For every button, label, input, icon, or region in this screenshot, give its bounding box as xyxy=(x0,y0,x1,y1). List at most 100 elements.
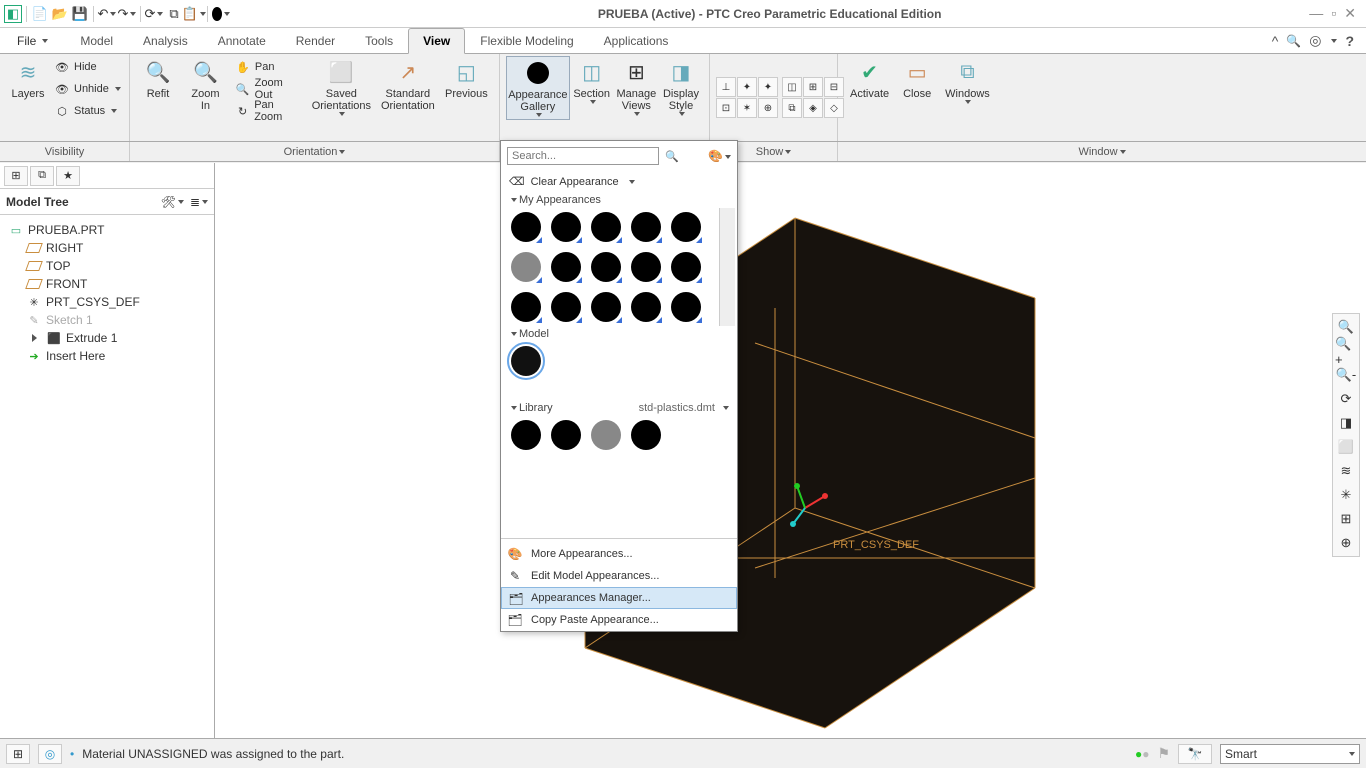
show-toggle-1[interactable]: ⊥ xyxy=(716,77,736,97)
appearance-quick-icon[interactable] xyxy=(212,5,230,23)
paste-icon[interactable]: 📋 xyxy=(185,5,203,23)
save-icon[interactable]: 💾 xyxy=(71,5,89,23)
tree-csys[interactable]: ✳PRT_CSYS_DEF xyxy=(4,293,210,311)
appearance-swatch[interactable] xyxy=(551,212,581,242)
section-button[interactable]: ◫Section xyxy=(570,56,614,106)
show-toggle-4[interactable]: ⊡ xyxy=(716,98,736,118)
appearances-manager-item[interactable]: 🗂Appearances Manager... xyxy=(501,587,737,609)
refit-button[interactable]: 🔍Refit xyxy=(136,56,180,102)
appearance-swatch[interactable] xyxy=(631,212,661,242)
palette-icon[interactable]: 🎨 xyxy=(708,149,731,163)
show-toggle-7[interactable]: ◫ xyxy=(782,77,802,97)
appearance-swatch[interactable] xyxy=(671,252,701,282)
undo-icon[interactable]: ↶ xyxy=(98,5,116,23)
search-help-icon[interactable]: 🔍 xyxy=(1286,34,1301,48)
minimize-button[interactable]: — xyxy=(1309,5,1323,22)
more-appearances-item[interactable]: 🎨More Appearances... xyxy=(501,543,737,565)
tab-model[interactable]: Model xyxy=(65,28,128,53)
tree-sketch[interactable]: ✎Sketch 1 xyxy=(4,311,210,329)
show-toggle-11[interactable]: ◈ xyxy=(803,98,823,118)
manage-views-button[interactable]: ⊞Manage Views xyxy=(614,56,659,118)
regen-icon[interactable]: ⟳ xyxy=(145,5,163,23)
pan-button[interactable]: ✋Pan xyxy=(231,56,307,78)
resource-center-icon[interactable]: ◎ xyxy=(1309,32,1321,49)
ribbon-collapse-icon[interactable]: ^ xyxy=(1272,33,1279,49)
selection-filter-combo[interactable]: Smart xyxy=(1220,744,1360,764)
expand-icon[interactable] xyxy=(26,331,42,345)
show-toggle-8[interactable]: ⊞ xyxy=(803,77,823,97)
status-button[interactable]: ⬡Status xyxy=(50,100,125,122)
appearance-swatch[interactable] xyxy=(511,292,541,322)
rt-csys-icon[interactable]: ✳ xyxy=(1335,484,1357,506)
rt-layers-icon[interactable]: ≋ xyxy=(1335,460,1357,482)
section-my-appearances[interactable]: My Appearances xyxy=(501,192,737,208)
model-appearance-swatch[interactable] xyxy=(511,346,541,376)
section-library[interactable]: Library std-plastics.dmt xyxy=(501,400,737,416)
tab-view[interactable]: View xyxy=(408,28,465,54)
standard-orientation-button[interactable]: ↗Standard Orientation xyxy=(376,56,440,114)
maximize-button[interactable]: ▫ xyxy=(1331,5,1336,22)
tree-insert-here[interactable]: ➔Insert Here xyxy=(4,347,210,365)
tab-analysis[interactable]: Analysis xyxy=(128,28,203,53)
appearance-swatch[interactable] xyxy=(551,292,581,322)
appearance-swatch[interactable] xyxy=(631,292,661,322)
sidebar-tab-tree[interactable]: ⊞ xyxy=(4,166,28,186)
saved-orientations-button[interactable]: ⬜Saved Orientations xyxy=(307,56,376,118)
layers-button[interactable]: ≋ Layers xyxy=(6,56,50,102)
library-swatch[interactable] xyxy=(631,420,661,450)
search-icon[interactable]: 🔍 xyxy=(665,150,679,163)
status-flag-icon[interactable]: ⚑ xyxy=(1157,745,1170,762)
tree-front[interactable]: FRONT xyxy=(4,275,210,293)
rt-display-icon[interactable]: ◨ xyxy=(1335,412,1357,434)
windows-button[interactable]: ⧉Windows xyxy=(939,56,996,106)
tab-annotate[interactable]: Annotate xyxy=(203,28,281,53)
close-button[interactable]: ✕ xyxy=(1344,5,1356,22)
rt-saved-views-icon[interactable]: ⬜ xyxy=(1335,436,1357,458)
appearance-swatch[interactable] xyxy=(591,292,621,322)
unhide-button[interactable]: 👁Unhide xyxy=(50,78,125,100)
rt-zoom-out-icon[interactable]: 🔍- xyxy=(1335,364,1357,386)
tree-settings-icon[interactable]: 🛠 xyxy=(161,195,184,209)
rt-repaint-icon[interactable]: ⟳ xyxy=(1335,388,1357,410)
appearance-search-input[interactable] xyxy=(507,147,659,165)
redo-icon[interactable]: ↷ xyxy=(118,5,136,23)
zoom-in-button[interactable]: 🔍Zoom In xyxy=(180,56,231,114)
tree-top[interactable]: TOP xyxy=(4,257,210,275)
show-toggle-6[interactable]: ⊕ xyxy=(758,98,778,118)
activate-button[interactable]: ✔Activate xyxy=(844,56,895,102)
appearance-swatch[interactable] xyxy=(551,252,581,282)
appearance-swatch[interactable] xyxy=(671,212,701,242)
display-style-button[interactable]: ◨Display Style xyxy=(659,56,703,118)
library-swatch[interactable] xyxy=(551,420,581,450)
tab-flexible-modeling[interactable]: Flexible Modeling xyxy=(465,28,588,53)
help-icon[interactable]: ? xyxy=(1345,33,1354,49)
rt-annot-icon[interactable]: ⊞ xyxy=(1335,508,1357,530)
hide-button[interactable]: 👁Hide xyxy=(50,56,125,78)
edit-model-appearances-item[interactable]: ✎Edit Model Appearances... xyxy=(501,565,737,587)
appearance-gallery-button[interactable]: Appearance Gallery xyxy=(506,56,570,120)
show-toggle-5[interactable]: ✶ xyxy=(737,98,757,118)
tab-render[interactable]: Render xyxy=(281,28,350,53)
show-toggle-2[interactable]: ✦ xyxy=(737,77,757,97)
show-toggle-10[interactable]: ⧉ xyxy=(782,98,802,118)
file-tab[interactable]: File xyxy=(6,28,59,53)
tab-applications[interactable]: Applications xyxy=(589,28,684,53)
copy-paste-appearance-item[interactable]: 🗂Copy Paste Appearance... xyxy=(501,609,737,631)
library-swatch[interactable] xyxy=(511,420,541,450)
open-icon[interactable]: 📂 xyxy=(51,5,69,23)
status-browser-icon[interactable]: ◎ xyxy=(38,744,62,764)
clear-appearance-button[interactable]: ⌫ Clear Appearance xyxy=(501,171,737,192)
viewport[interactable]: PRT_CSYS_DEF 🔍 🔍+ 🔍- ⟳ ◨ ⬜ ≋ ✳ ⊞ ⊕ xyxy=(215,163,1366,738)
close-window-button[interactable]: ▭Close xyxy=(895,56,939,102)
rt-zoom-in-icon[interactable]: 🔍+ xyxy=(1335,340,1357,362)
appearance-swatch[interactable] xyxy=(591,212,621,242)
appearance-swatch[interactable] xyxy=(511,252,541,282)
tree-filter-icon[interactable]: ≣ xyxy=(190,195,208,209)
status-tree-icon[interactable]: ⊞ xyxy=(6,744,30,764)
tree-right[interactable]: RIGHT xyxy=(4,239,210,257)
zoom-out-button[interactable]: 🔍Zoom Out xyxy=(231,78,307,100)
new-icon[interactable]: 📄 xyxy=(31,5,49,23)
sidebar-tab-fav[interactable]: ★ xyxy=(56,166,80,186)
previous-button[interactable]: ◱Previous xyxy=(440,56,493,102)
library-swatch[interactable] xyxy=(591,420,621,450)
